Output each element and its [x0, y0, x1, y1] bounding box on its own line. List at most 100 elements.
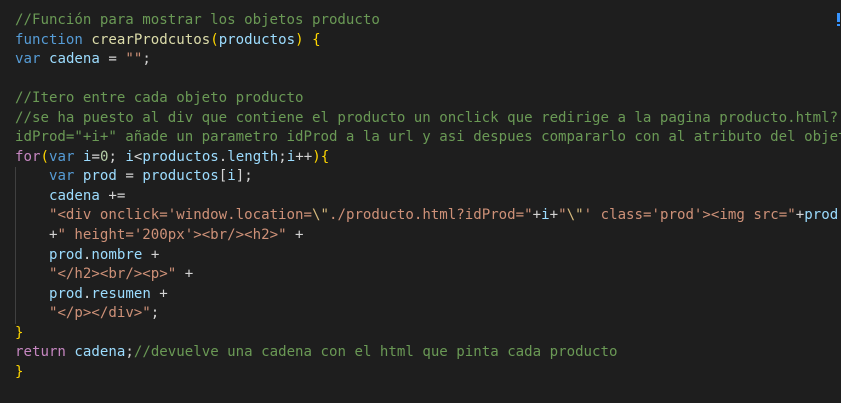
code-token-variable: i [227, 168, 236, 185]
code-token-variable: nombre [91, 246, 143, 263]
code-token-plain: + [176, 266, 194, 283]
code-token-bracket: ) [312, 148, 321, 165]
indent-guide [15, 284, 16, 305]
code-token-plain: + [150, 285, 168, 302]
code-token-keyword: var [15, 51, 41, 68]
code-token-comment: idProd="+i+" añade un parametro idProd a… [15, 129, 841, 146]
code-token-function: crearProdcutos [91, 31, 211, 48]
code-line[interactable]: idProd="+i+" añade un parametro idProd a… [15, 128, 841, 148]
code-token-plain: = [116, 168, 143, 185]
code-token-string: ./producto.html?idProd=" [328, 207, 533, 224]
code-line[interactable]: var prod = productos[i]; [15, 167, 841, 187]
code-token-plain: + [549, 207, 559, 224]
code-token-variable: prod [48, 246, 83, 263]
code-token-comment: //devuelve una cadena con el html que pi… [133, 344, 618, 361]
code-token-plain: + [795, 207, 805, 224]
code-line[interactable]: } [15, 363, 841, 383]
code-editor[interactable]: //Función para mostrar los objetos produ… [0, 0, 841, 403]
code-token-plain: ; [150, 305, 160, 322]
code-token-variable: productos [218, 31, 296, 48]
code-token-variable: i [286, 148, 296, 165]
code-token-string: ' class='prod'><img src=" [583, 207, 796, 224]
indent-guide [15, 167, 16, 187]
code-line[interactable]: function crearProdcutos(productos) { [15, 31, 841, 51]
code-area[interactable]: //Función para mostrar los objetos produ… [15, 11, 841, 382]
overview-ruler-marker [837, 13, 840, 26]
code-token-control: for [15, 148, 41, 165]
code-line[interactable]: var cadena = ""; [15, 50, 841, 70]
code-token-plain: ; [278, 148, 287, 165]
code-line[interactable]: "</h2><br/><p>" + [15, 265, 841, 285]
code-token-keyword: var [48, 148, 75, 165]
code-token-bracket: } [15, 324, 24, 341]
code-line[interactable]: prod.nombre + [15, 245, 841, 266]
code-line[interactable]: +" height='200px'><br/><h2>" + [15, 226, 841, 246]
code-token-variable: prod [82, 168, 117, 185]
code-line[interactable]: prod.resumen + [15, 284, 841, 305]
code-line[interactable] [15, 70, 841, 90]
code-line[interactable]: //se ha puesto al div que contiene el pr… [15, 109, 841, 129]
code-token-variable: productos [142, 148, 219, 165]
code-line[interactable]: cadena += [15, 186, 841, 207]
code-token-bracket: } [15, 363, 24, 380]
code-token-variable: cadena [48, 187, 100, 204]
code-token-plain: ; [125, 344, 134, 361]
code-token-string: "</p></div>" [48, 305, 151, 322]
code-token-bracket: { [312, 31, 321, 48]
code-token-variable: length [227, 148, 279, 165]
code-line[interactable]: //Función para mostrar los objetos produ… [15, 11, 841, 31]
code-token-bracket: ( [40, 148, 49, 165]
code-token-string: "</h2><br/><p>" [48, 266, 177, 283]
code-token-plain: ; [142, 51, 151, 68]
code-token-variable: i [541, 207, 550, 224]
code-token-escape: \" [566, 207, 584, 224]
code-token-plain: [ [218, 168, 228, 185]
code-token-string: " [558, 207, 567, 224]
code-line[interactable]: //Itero entre cada objeto producto [15, 89, 841, 109]
code-token-variable: prod [48, 285, 83, 302]
code-token-plain: + [142, 246, 160, 263]
code-line[interactable]: } [15, 324, 841, 344]
code-line[interactable]: for(var i=0; i<productos.length;i++){ [15, 148, 841, 168]
code-token-keyword: function [15, 31, 83, 48]
code-token-plain: + [286, 227, 304, 244]
indent-guide [15, 245, 16, 266]
code-token-plain: = [91, 148, 100, 165]
code-token-variable: resumen [91, 285, 151, 302]
indent-guide [15, 226, 16, 246]
code-token-variable: productos [142, 168, 219, 185]
code-token-escape: \" [312, 207, 329, 224]
code-token-variable: prod [804, 207, 839, 224]
code-token-string: "<div onclick='window.location= [48, 207, 312, 224]
code-token-variable: i [125, 148, 134, 165]
code-token-plain: + [532, 207, 542, 224]
code-token-plain: ; [108, 148, 126, 165]
indent-guide [15, 265, 16, 285]
code-token-variable: cadena [48, 51, 100, 68]
code-token-string: "" [125, 51, 143, 68]
code-token-comment: //Itero entre cada objeto producto [15, 90, 304, 107]
code-token-plain: ++ [295, 148, 313, 165]
indent-guide [15, 206, 16, 227]
code-line[interactable]: "</p></div>"; [15, 304, 841, 324]
code-token-keyword: var [48, 168, 75, 185]
code-line[interactable]: "<div onclick='window.location=\"./produ… [15, 206, 841, 227]
code-token-bracket: ( [210, 31, 219, 48]
code-token-bracket: ) [295, 31, 304, 48]
code-line[interactable]: return cadena;//devuelve una cadena con … [15, 343, 841, 363]
code-token-comment: //Función para mostrar los objetos produ… [15, 12, 380, 28]
indent-guide [15, 186, 16, 207]
indent-guide [15, 304, 16, 324]
